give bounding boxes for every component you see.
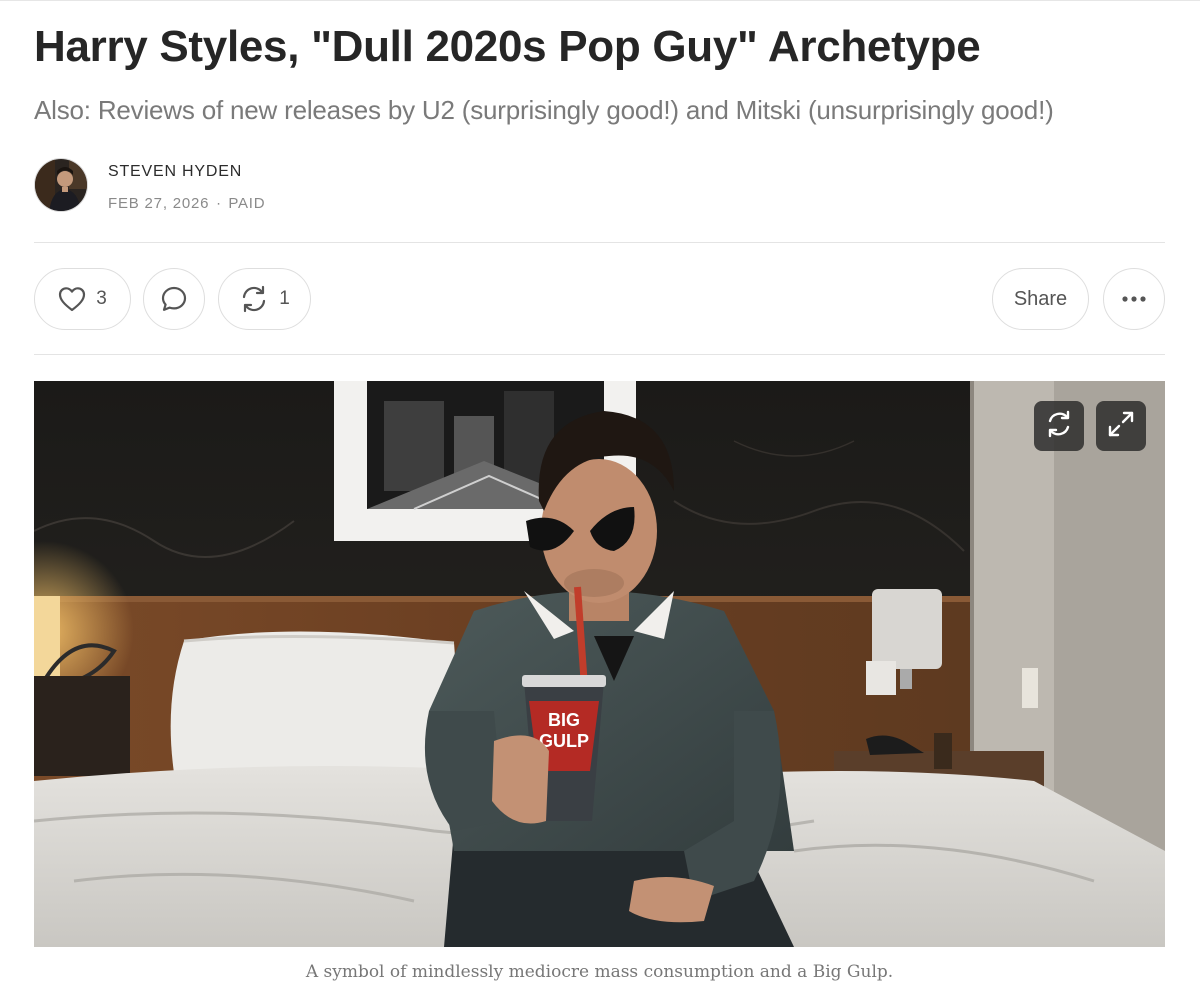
comment-icon — [160, 285, 188, 313]
comment-button[interactable] — [143, 268, 205, 330]
image-expand-button[interactable] — [1096, 401, 1146, 451]
post-subtitle: Also: Reviews of new releases by U2 (sur… — [34, 95, 1054, 125]
access-badge: PAID — [228, 195, 266, 212]
post-date: FEB 27, 2026 — [108, 195, 210, 212]
image-caption: A symbol of mindlessly mediocre mass con… — [305, 962, 894, 982]
avatar-image — [35, 159, 87, 211]
meta-separator: ∙ — [216, 195, 222, 212]
like-count: 3 — [96, 288, 107, 309]
hotel-photo: BIG GULP — [34, 381, 1165, 947]
post-title: Harry Styles, "Dull 2020s Pop Guy" Arche… — [34, 22, 981, 71]
more-icon — [1121, 295, 1147, 303]
post-image[interactable]: BIG GULP — [34, 381, 1165, 947]
like-button[interactable]: 3 — [34, 268, 131, 330]
expand-icon — [1106, 409, 1136, 444]
post-actions: 3 1 Share — [34, 268, 1165, 330]
restack-icon — [239, 285, 269, 313]
heart-icon — [58, 286, 86, 312]
restack-count: 1 — [279, 288, 290, 309]
share-label: Share — [1013, 287, 1068, 310]
byline: STEVEN HYDEN FEB 27, 2026 ∙ PAID — [34, 157, 634, 213]
post-page: Harry Styles, "Dull 2020s Pop Guy" Arche… — [34, 0, 1165, 994]
divider-bottom — [34, 354, 1165, 355]
author-avatar[interactable] — [34, 158, 88, 212]
cup-label-big: BIG — [548, 710, 580, 730]
restack-button[interactable]: 1 — [218, 268, 311, 330]
author-name[interactable]: STEVEN HYDEN — [108, 163, 242, 181]
image-refresh-button[interactable] — [1034, 401, 1084, 451]
share-button[interactable]: Share — [992, 268, 1089, 330]
refresh-icon — [1044, 409, 1074, 444]
divider-top — [34, 242, 1165, 243]
post-meta: FEB 27, 2026 ∙ PAID — [108, 195, 265, 212]
more-button[interactable] — [1103, 268, 1165, 330]
